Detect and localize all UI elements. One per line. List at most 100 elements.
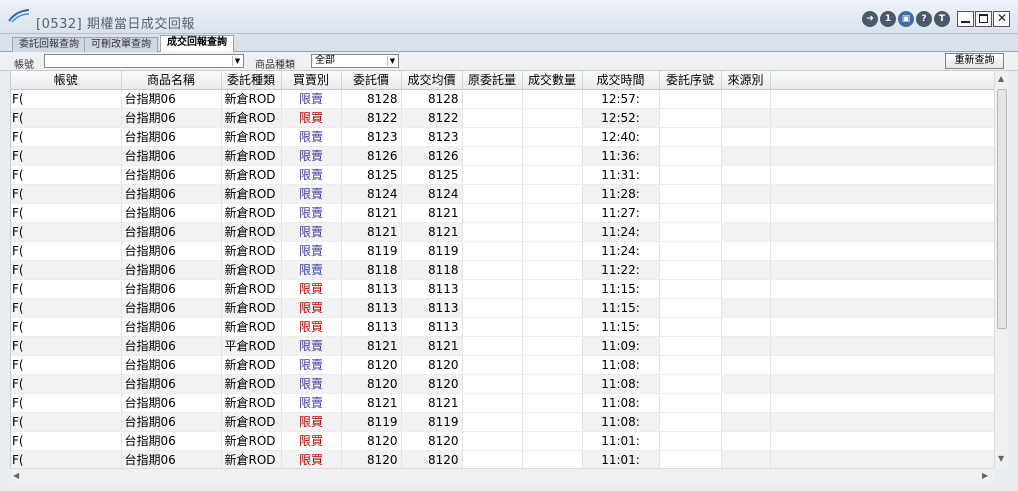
cell-original-qty [462,450,523,468]
table-row[interactable]: F(台指期06 新倉ROD 限買 8120 8120 11:01: [11,431,994,451]
cell-source [721,355,771,375]
column-header-fill-time[interactable]: 成交時間 [582,71,660,90]
table-row[interactable]: F(台指期06 新倉ROD 限買 8113 8113 11:15: [11,298,994,318]
help-icon[interactable]: ? [916,11,932,27]
column-header-avg-fill-price[interactable]: 成交均價 [401,71,463,90]
scroll-left-icon[interactable]: ◀ [13,471,19,480]
column-header-source[interactable]: 來源別 [721,71,771,90]
title-bar: [0532] 期權當日成交回報 ➜ 1 ▣ ? T ✕ [0,0,1018,34]
vertical-scroll-thumb[interactable] [997,89,1007,329]
table-row[interactable]: F(台指期06 新倉ROD 限買 8113 8113 11:15: [11,317,994,337]
cell-order-type: 新倉ROD [221,393,282,413]
cell-filler [770,241,994,261]
cell-avg-fill-price: 8113 [401,279,463,299]
table-row[interactable]: F(台指期06 新倉ROD 限買 8120 8120 11:01: [11,450,994,468]
cell-product-name: 台指期06 [121,393,222,413]
cell-order-price: 8119 [341,241,402,261]
table-row[interactable]: F(台指期06 新倉ROD 限買 8119 8119 11:08: [11,412,994,432]
table-row[interactable]: F(台指期06 新倉ROD 限賣 8121 8121 11:27: [11,203,994,223]
cell-product-name: 台指期06 [121,374,222,394]
column-header-filled-qty[interactable]: 成交數量 [522,71,583,90]
table-row[interactable]: F(台指期06 新倉ROD 限賣 8120 8120 11:08: [11,374,994,394]
table-row[interactable]: F(台指期06 新倉ROD 限賣 8126 8126 11:36: [11,146,994,166]
trade-report-grid[interactable]: 帳號 商品名稱 委託種類 買賣別 委託價 成交均價 原委託量 成交數量 成交時間… [10,71,994,468]
vertical-scrollbar[interactable]: ▲ ▼ [994,71,1008,468]
product-type-label: 商品種類 [255,60,295,71]
tab-cancelable-orders[interactable]: 可刪改單查詢 [84,37,158,52]
cell-fill-time: 11:01: [582,431,660,451]
minimize-button[interactable] [957,11,974,27]
cell-source [721,298,771,318]
cell-filler [770,298,994,318]
table-row[interactable]: F(台指期06 新倉ROD 限賣 8128 8128 12:57: [11,89,994,109]
cell-source [721,336,771,356]
tab-order-report[interactable]: 委託回報查詢 [12,37,86,52]
cell-order-type: 新倉ROD [221,279,282,299]
cell-original-qty [462,241,523,261]
table-row[interactable]: F(台指期06 新倉ROD 限賣 8120 8120 11:08: [11,355,994,375]
cell-original-qty [462,336,523,356]
scroll-up-icon[interactable]: ▲ [998,74,1004,83]
cell-filler [770,279,994,299]
column-header-order-seq[interactable]: 委託序號 [659,71,722,90]
table-row[interactable]: F(台指期06 平倉ROD 限賣 8121 8121 11:09: [11,336,994,356]
cell-source [721,165,771,185]
cell-filled-qty [522,374,583,394]
table-row[interactable]: F(台指期06 新倉ROD 限賣 8118 8118 11:22: [11,260,994,280]
cell-account: F( [11,222,122,242]
cell-filler [770,89,994,109]
cell-side: 限買 [281,298,342,318]
column-header-side[interactable]: 買賣別 [281,71,342,90]
table-row[interactable]: F(台指期06 新倉ROD 限買 8113 8113 11:15: [11,279,994,299]
scroll-down-icon[interactable]: ▼ [998,454,1004,463]
table-row[interactable]: F(台指期06 新倉ROD 限賣 8124 8124 11:28: [11,184,994,204]
cell-original-qty [462,165,523,185]
cell-side: 限賣 [281,260,342,280]
cell-avg-fill-price: 8113 [401,317,463,337]
table-row[interactable]: F(台指期06 新倉ROD 限賣 8119 8119 11:24: [11,241,994,261]
cell-source [721,127,771,147]
table-row[interactable]: F(台指期06 新倉ROD 限賣 8125 8125 11:31: [11,165,994,185]
column-header-original-qty[interactable]: 原委託量 [462,71,523,90]
requery-button[interactable]: 重新查詢 [945,53,1004,69]
t-icon[interactable]: T [934,11,950,27]
column-header-product-name[interactable]: 商品名稱 [121,71,222,90]
cell-order-seq [659,374,722,394]
table-row[interactable]: F(台指期06 新倉ROD 限賣 8121 8121 11:24: [11,222,994,242]
cell-product-name: 台指期06 [121,336,222,356]
column-header-order-type[interactable]: 委託種類 [221,71,282,90]
cell-fill-time: 11:24: [582,241,660,261]
cell-side: 限賣 [281,355,342,375]
export-icon[interactable]: ➜ [862,11,878,27]
cell-fill-time: 12:52: [582,108,660,128]
account-select[interactable]: ▼ [44,54,244,68]
horizontal-scrollbar[interactable]: ◀ ▶ [10,468,994,482]
cell-avg-fill-price: 8113 [401,298,463,318]
cell-filled-qty [522,336,583,356]
table-row[interactable]: F(台指期06 新倉ROD 限賣 8123 8123 12:40: [11,127,994,147]
cell-filler [770,108,994,128]
column-header-order-price[interactable]: 委託價 [341,71,402,90]
cell-original-qty [462,374,523,394]
close-button[interactable]: ✕ [993,11,1010,27]
column-header-account[interactable]: 帳號 [11,71,122,90]
cell-fill-time: 11:15: [582,298,660,318]
table-row[interactable]: F(台指期06 新倉ROD 限賣 8121 8121 11:08: [11,393,994,413]
tab-trade-report[interactable]: 成交回報查詢 [160,35,234,52]
cell-original-qty [462,127,523,147]
print-icon[interactable]: ▣ [898,11,914,27]
product-type-select[interactable]: 全部 ▼ [311,54,399,68]
scroll-right-icon[interactable]: ▶ [982,471,988,480]
dropdown-arrow-icon: ▼ [232,56,242,66]
cell-order-seq [659,298,722,318]
cell-product-name: 台指期06 [121,241,222,261]
window-title: [0532] 期權當日成交回報 [36,17,195,32]
maximize-button[interactable] [975,11,992,27]
cell-original-qty [462,298,523,318]
cell-product-name: 台指期06 [121,412,222,432]
number-one-icon[interactable]: 1 [880,11,896,27]
table-row[interactable]: F(台指期06 新倉ROD 限買 8122 8122 12:52: [11,108,994,128]
cell-order-type: 平倉ROD [221,336,282,356]
cell-side: 限賣 [281,165,342,185]
cell-source [721,222,771,242]
